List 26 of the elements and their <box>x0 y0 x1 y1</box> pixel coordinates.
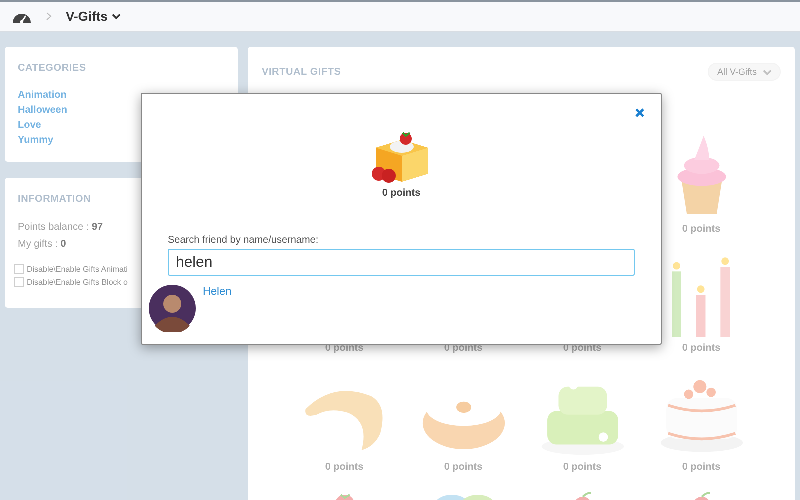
points-text: 0 points <box>563 462 602 475</box>
points-text: 0 points <box>325 462 364 475</box>
points-text: 0 points <box>682 462 721 475</box>
breadcrumb-menu[interactable]: V-Gifts <box>66 9 121 24</box>
panel-title: CATEGORIES <box>18 63 88 74</box>
close-button[interactable] <box>635 108 645 118</box>
avatar <box>149 285 196 332</box>
chevron-icon <box>46 12 52 21</box>
stat-text: My gifts : 0 <box>18 238 66 252</box>
checkbox[interactable] <box>14 264 24 274</box>
points-text: 0 points <box>444 462 483 475</box>
points-text: 0 points <box>382 188 421 199</box>
panel-title: VIRTUAL GIFTS <box>262 66 342 78</box>
panel-title: INFORMATION <box>18 194 92 205</box>
checkbox[interactable] <box>14 277 24 287</box>
points-text: 0 points <box>682 343 721 356</box>
field-label: Search friend by name/username: <box>168 235 320 246</box>
points-text: 0 points <box>682 224 721 237</box>
stat-text: Points balance : 97 <box>18 221 104 235</box>
option-label: Disable\Enable Gifts Block o <box>27 278 128 286</box>
search-field[interactable]: helen <box>168 249 635 276</box>
option-label: Disable\Enable Gifts Animati <box>27 264 128 274</box>
caret-icon <box>112 12 121 21</box>
close-icon <box>635 108 645 118</box>
friend-link[interactable]: Helen <box>203 286 232 332</box>
filter-dropdown[interactable]: All V-Gifts <box>708 63 781 81</box>
